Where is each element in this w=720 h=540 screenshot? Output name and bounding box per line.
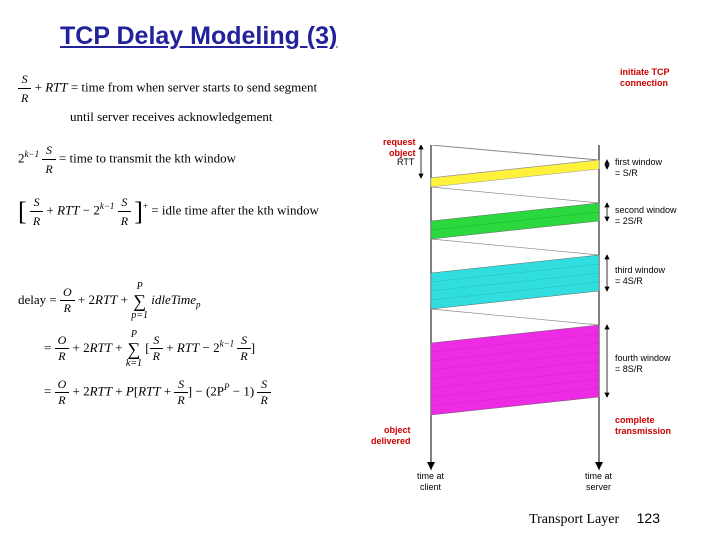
label-complete: complete transmission (615, 415, 671, 437)
minus-sign: − (195, 383, 202, 398)
exp-km1: k−1 (25, 149, 40, 159)
rtt-term: RTT (45, 79, 67, 94)
frac-num: S (18, 70, 31, 89)
frac-num: S (42, 141, 55, 160)
bracket-close: ] (134, 192, 143, 231)
rtt-term: RTT (138, 383, 160, 398)
frac-num: S (150, 333, 163, 349)
frac-den: R (55, 393, 70, 408)
frac-den: R (118, 212, 131, 230)
eq1-text-b: until server receives acknowledgement (70, 109, 273, 124)
sum-bot: k=1 (126, 358, 142, 369)
frac-num: S (174, 377, 187, 393)
rtt-term: RTT (90, 339, 112, 354)
slide-footer: Transport Layer 123 (529, 510, 660, 528)
plus-superscript: + (143, 201, 148, 211)
delay-word: delay (18, 291, 46, 306)
minus-sign: − (202, 339, 209, 354)
plus-sign: + (73, 339, 80, 354)
plus-sign: + (166, 339, 173, 354)
frac-num: S (257, 377, 270, 393)
delay-equation: delay = OR + 2RTT + P∑p=1 idleTimep = OR… (18, 281, 388, 408)
exp-km1: k−1 (100, 201, 115, 211)
two-p: 2P (210, 383, 224, 398)
equation-1: SR + RTT = time from when server starts … (18, 70, 388, 127)
p-term: P (126, 383, 134, 398)
label-window-2: second window = 2S/R (615, 205, 677, 227)
equation-2: 2k−1 SR = time to transmit the kth windo… (18, 141, 388, 178)
label-rtt: RTT (397, 157, 414, 168)
tcp-window-diagram: initiate TCP connection request object R… (375, 145, 705, 480)
frac-den: R (30, 212, 43, 230)
label-request-object: request object (383, 137, 416, 159)
label-time-server: time at server (585, 471, 612, 493)
sum-bot: p=1 (131, 310, 148, 321)
equals: = (49, 291, 56, 306)
idle-term: idleTime (151, 291, 196, 306)
label-time-client: time at client (417, 471, 444, 493)
frac-den: R (150, 349, 163, 364)
sum-top: P (131, 329, 137, 340)
eq2-text: = time to transmit the kth window (59, 150, 236, 165)
rtt-term: RTT (57, 202, 79, 217)
frac-num: S (237, 333, 250, 349)
plus-sign: + (115, 383, 122, 398)
equals: = (44, 339, 51, 354)
frac-num: S (118, 193, 131, 212)
label-delivered: object delivered (371, 425, 411, 447)
exp-km1: k−1 (220, 338, 235, 348)
one: 1 (243, 383, 250, 398)
label-window-3: third window = 4S/R (615, 265, 665, 287)
frac-num: O (60, 285, 75, 301)
frac-den: R (60, 301, 75, 316)
frac-den: R (237, 349, 250, 364)
slide-title: TCP Delay Modeling (3) (60, 22, 337, 51)
plus-sign: + (78, 291, 85, 306)
eq1-text-a: = time from when server starts to send s… (71, 79, 317, 94)
plus-sign: + (121, 291, 128, 306)
bracket-open: [ (18, 192, 27, 231)
sum-top: P (137, 281, 143, 292)
plus-sign: + (47, 202, 54, 217)
label-window-1: first window = S/R (615, 157, 662, 179)
frac-num: S (30, 193, 43, 212)
equals: = (44, 383, 51, 398)
minus-sign: − (233, 383, 240, 398)
equations-block: SR + RTT = time from when server starts … (18, 70, 388, 416)
frac-den: R (18, 89, 31, 107)
plus-sign: + (164, 383, 171, 398)
rtt-term: RTT (90, 383, 112, 398)
frac-den: R (174, 393, 187, 408)
rtt-term: RTT (177, 339, 199, 354)
rtt-term: RTT (95, 291, 117, 306)
footer-section: Transport Layer (529, 512, 619, 527)
plus-sign: + (73, 383, 80, 398)
frac-den: R (55, 349, 70, 364)
frac-num: O (55, 377, 70, 393)
equation-3: [ SR + RTT − 2k−1 SR ]+ = idle time afte… (18, 192, 388, 231)
minus-sign: − (83, 202, 90, 217)
frac-den: R (257, 393, 270, 408)
frac-num: O (55, 333, 70, 349)
label-window-4: fourth window = 8S/R (615, 353, 671, 375)
eq3-text: = idle time after the kth window (151, 202, 319, 217)
frac-den: R (42, 160, 55, 178)
label-initiate-tcp: initiate TCP connection (620, 67, 670, 89)
footer-page-number: 123 (637, 510, 660, 526)
plus-sign: + (115, 339, 122, 354)
plus-sign: + (35, 79, 42, 94)
